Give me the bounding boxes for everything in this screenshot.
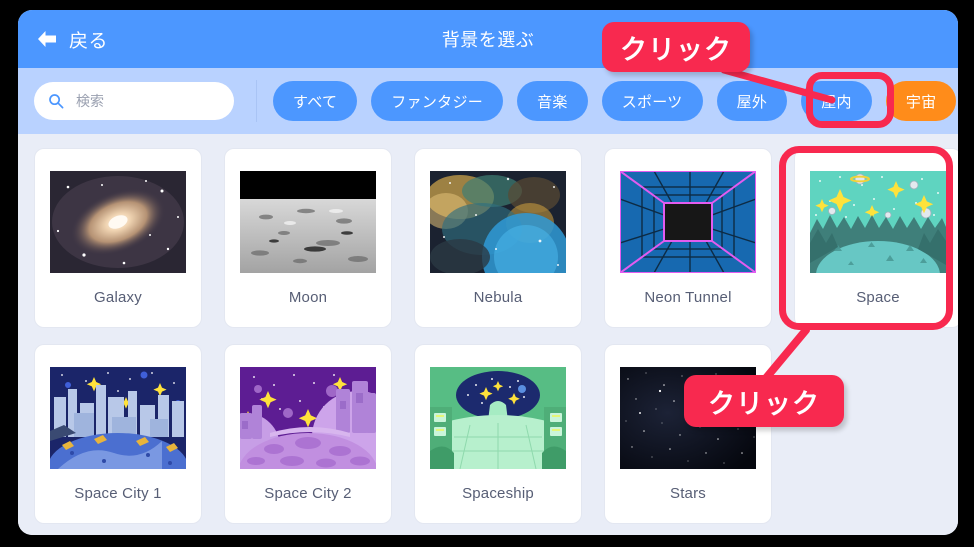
backdrop-label: Nebula <box>473 289 523 306</box>
backdrop-thumbnail-space <box>810 171 946 273</box>
backdrop-label: Space City 1 <box>74 485 162 502</box>
back-button-label: 戻る <box>69 30 109 52</box>
backdrop-thumbnail-moon <box>240 171 376 273</box>
backdrop-label: Galaxy <box>94 289 142 306</box>
backdrop-card-neon-tunnel[interactable]: Neon Tunnel <box>604 148 772 328</box>
backdrop-card-nebula[interactable]: Nebula <box>414 148 582 328</box>
backdrop-thumbnail-neon-tunnel <box>620 171 756 273</box>
filter-chip-all[interactable]: すべて <box>273 81 358 121</box>
backdrop-card-spaceship[interactable]: Spaceship <box>414 344 582 524</box>
backdrop-label: Stars <box>669 485 706 502</box>
backdrop-card-moon[interactable]: Moon <box>224 148 392 328</box>
backdrop-thumbnail-stars <box>620 367 756 469</box>
screenshot-root: 戻る 背景を選ぶ すべて ファンタジー 音楽 スポーツ <box>0 0 974 547</box>
backdrop-grid-area: Galaxy Moon Nebula Neon Tunnel Space Spa… <box>18 134 958 535</box>
filter-chip-list: すべて ファンタジー 音楽 スポーツ 屋外 屋内 宇宙 <box>273 81 957 121</box>
backdrop-thumbnail-space-city-2 <box>240 367 376 469</box>
backdrop-thumbnail-nebula <box>430 171 566 273</box>
filter-chip-fantasy[interactable]: ファンタジー <box>371 81 504 121</box>
search-box[interactable] <box>34 82 234 120</box>
backdrop-card-space-city-1[interactable]: Space City 1 <box>34 344 202 524</box>
backdrop-card-space[interactable]: Space <box>794 148 958 328</box>
backdrop-label: Spaceship <box>462 485 534 502</box>
filter-chip-indoors[interactable]: 屋内 <box>801 81 872 121</box>
arrow-left-icon <box>36 29 58 49</box>
titlebar: 戻る 背景を選ぶ <box>18 10 958 68</box>
filter-chip-music[interactable]: 音楽 <box>517 81 588 121</box>
back-button[interactable]: 戻る <box>18 10 108 68</box>
backdrop-library-window: 戻る 背景を選ぶ すべて ファンタジー 音楽 スポーツ <box>18 10 958 535</box>
filter-chip-space[interactable]: 宇宙 <box>885 81 957 121</box>
backdrop-grid: Galaxy Moon Nebula Neon Tunnel Space Spa… <box>34 148 958 524</box>
filter-divider <box>256 80 257 122</box>
search-icon <box>48 93 64 109</box>
backdrop-thumbnail-galaxy <box>50 171 186 273</box>
backdrop-label: Moon <box>288 289 328 306</box>
page-title: 背景を選ぶ <box>441 30 535 50</box>
backdrop-thumbnail-space-city-1 <box>50 367 186 469</box>
backdrop-label: Space <box>856 289 900 306</box>
backdrop-card-galaxy[interactable]: Galaxy <box>34 148 202 328</box>
backdrop-card-stars[interactable]: Stars <box>604 344 772 524</box>
filter-chip-outdoors[interactable]: 屋外 <box>716 81 788 121</box>
filter-bar: すべて ファンタジー 音楽 スポーツ 屋外 屋内 宇宙 <box>18 68 958 134</box>
backdrop-thumbnail-spaceship <box>430 367 566 469</box>
search-input[interactable] <box>76 93 220 109</box>
backdrop-label: Space City 2 <box>264 485 352 502</box>
backdrop-label: Neon Tunnel <box>644 289 732 306</box>
backdrop-card-space-city-2[interactable]: Space City 2 <box>224 344 392 524</box>
filter-chip-sports[interactable]: スポーツ <box>601 81 703 121</box>
